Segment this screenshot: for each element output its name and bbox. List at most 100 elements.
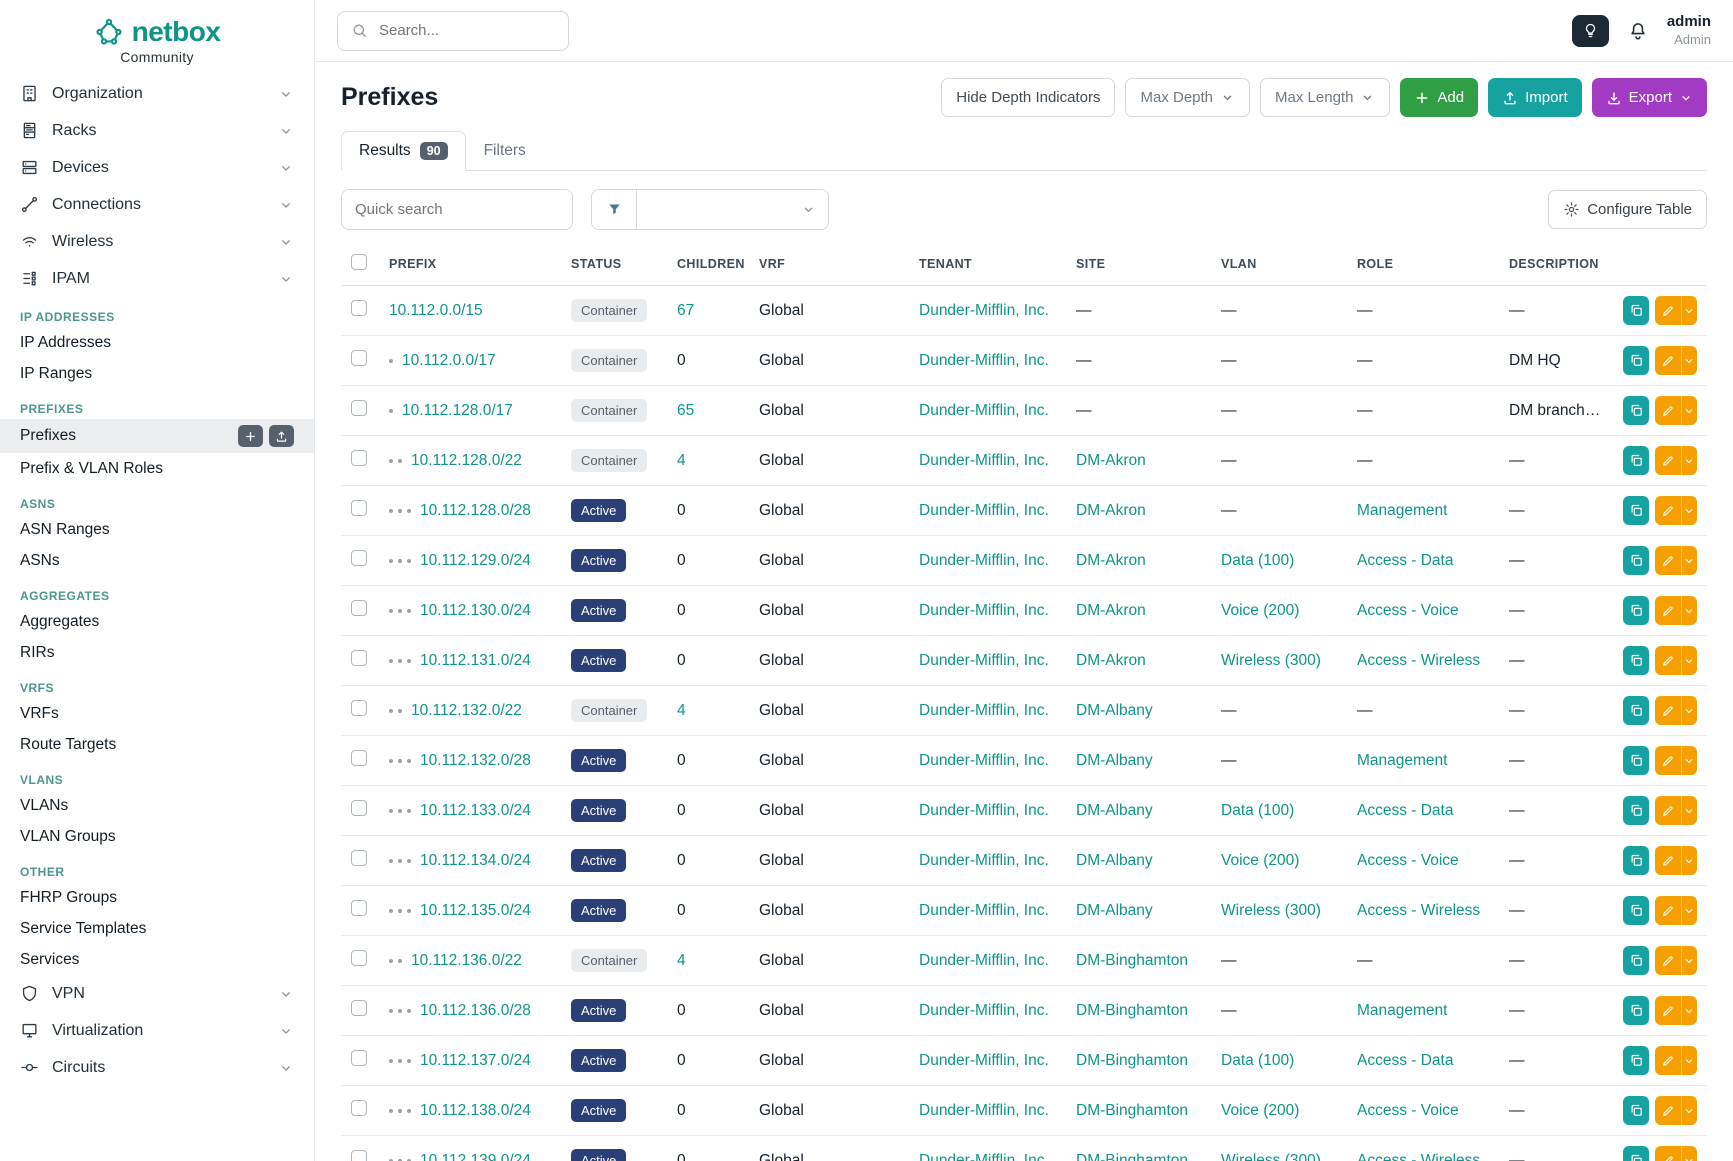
edit-dropdown-button[interactable] [1681,446,1697,475]
vlan-cell[interactable]: Wireless (300) [1211,886,1347,936]
sidebar-item-ip-ranges[interactable]: IP Ranges [0,358,314,389]
tenant-cell[interactable]: Dunder-Mifflin, Inc. [909,886,1066,936]
edit-button[interactable] [1655,646,1680,675]
role-cell[interactable]: Access - Data [1347,1036,1499,1086]
edit-button[interactable] [1655,696,1680,725]
prefix-link[interactable]: 10.112.130.0/24 [420,602,531,620]
children-cell[interactable]: 4 [667,436,749,486]
row-checkbox[interactable] [351,1050,367,1066]
sidebar-item-vlans[interactable]: VLANs [0,790,314,821]
edit-button[interactable] [1655,1096,1680,1125]
site-cell[interactable]: DM-Binghamton [1066,1086,1211,1136]
configure-table-button[interactable]: Configure Table [1548,190,1707,229]
vlan-cell[interactable]: Wireless (300) [1211,1136,1347,1161]
tenant-cell[interactable]: Dunder-Mifflin, Inc. [909,1036,1066,1086]
row-checkbox[interactable] [351,300,367,316]
sidebar-item-prefixes[interactable]: Prefixes [0,419,314,453]
role-cell[interactable]: Access - Voice [1347,1086,1499,1136]
column-header-prefix[interactable]: PREFIX [379,242,561,286]
edit-button[interactable] [1655,496,1680,525]
hide-depth-indicators-button[interactable]: Hide Depth Indicators [941,78,1115,117]
role-cell[interactable]: Access - Wireless [1347,636,1499,686]
site-cell[interactable]: DM-Akron [1066,536,1211,586]
sidebar-item-vpn[interactable]: VPN [0,975,314,1012]
edit-button[interactable] [1655,1146,1680,1161]
children-cell[interactable]: 67 [667,286,749,336]
site-cell[interactable]: DM-Akron [1066,486,1211,536]
copy-button[interactable] [1623,896,1649,925]
copy-button[interactable] [1623,496,1649,525]
edit-dropdown-button[interactable] [1681,646,1697,675]
site-cell[interactable]: DM-Binghamton [1066,1136,1211,1161]
row-checkbox[interactable] [351,600,367,616]
row-checkbox[interactable] [351,500,367,516]
prefix-link[interactable]: 10.112.129.0/24 [420,552,531,570]
tenant-cell[interactable]: Dunder-Mifflin, Inc. [909,486,1066,536]
prefix-link[interactable]: 10.112.132.0/22 [411,702,522,720]
site-cell[interactable]: DM-Binghamton [1066,1036,1211,1086]
role-cell[interactable]: Access - Data [1347,536,1499,586]
sidebar-item-aggregates[interactable]: Aggregates [0,606,314,637]
copy-button[interactable] [1623,946,1649,975]
tab-filters[interactable]: Filters [466,131,544,171]
edit-button[interactable] [1655,896,1680,925]
sidebar-item-virtualization[interactable]: Virtualization [0,1012,314,1049]
add-button[interactable]: Add [1400,78,1478,117]
prefix-link[interactable]: 10.112.139.0/24 [420,1152,531,1161]
edit-button[interactable] [1655,846,1680,875]
copy-button[interactable] [1623,796,1649,825]
site-cell[interactable]: DM-Binghamton [1066,986,1211,1036]
edit-dropdown-button[interactable] [1681,946,1697,975]
vlan-cell[interactable]: Voice (200) [1211,586,1347,636]
role-cell[interactable]: Management [1347,736,1499,786]
sidebar-item-prefix-vlan-roles[interactable]: Prefix & VLAN Roles [0,453,314,484]
vlan-cell[interactable]: Data (100) [1211,786,1347,836]
edit-dropdown-button[interactable] [1681,1046,1697,1075]
tab-results[interactable]: Results 90 [341,131,466,171]
row-checkbox[interactable] [351,1000,367,1016]
sidebar-item-services[interactable]: Services [0,944,314,975]
copy-button[interactable] [1623,846,1649,875]
edit-dropdown-button[interactable] [1681,296,1697,325]
children-cell[interactable]: 4 [667,936,749,986]
prefix-link[interactable]: 10.112.132.0/28 [420,752,531,770]
sidebar-item-ip-addresses[interactable]: IP Addresses [0,327,314,358]
edit-dropdown-button[interactable] [1681,346,1697,375]
sidebar-item-devices[interactable]: Devices [0,149,314,186]
row-checkbox[interactable] [351,450,367,466]
tenant-cell[interactable]: Dunder-Mifflin, Inc. [909,436,1066,486]
tenant-cell[interactable]: Dunder-Mifflin, Inc. [909,686,1066,736]
sidebar-item-fhrp-groups[interactable]: FHRP Groups [0,882,314,913]
row-checkbox[interactable] [351,900,367,916]
edit-dropdown-button[interactable] [1681,1096,1697,1125]
tenant-cell[interactable]: Dunder-Mifflin, Inc. [909,286,1066,336]
row-checkbox[interactable] [351,650,367,666]
sidebar-item-rirs[interactable]: RIRs [0,637,314,668]
sidebar-item-asns[interactable]: ASNs [0,545,314,576]
edit-dropdown-button[interactable] [1681,696,1697,725]
row-checkbox[interactable] [351,750,367,766]
brand[interactable]: netbox Community [0,12,314,75]
prefix-link[interactable]: 10.112.133.0/24 [420,802,531,820]
tenant-cell[interactable]: Dunder-Mifflin, Inc. [909,786,1066,836]
saved-filter-select[interactable] [637,189,829,230]
vlan-cell[interactable]: Data (100) [1211,536,1347,586]
row-checkbox[interactable] [351,800,367,816]
copy-button[interactable] [1623,446,1649,475]
prefix-link[interactable]: 10.112.138.0/24 [420,1102,531,1120]
role-cell[interactable]: Access - Wireless [1347,1136,1499,1161]
row-checkbox[interactable] [351,700,367,716]
quick-search-input[interactable] [341,189,573,230]
tenant-cell[interactable]: Dunder-Mifflin, Inc. [909,836,1066,886]
site-cell[interactable]: DM-Albany [1066,836,1211,886]
edit-button[interactable] [1655,996,1680,1025]
user-menu[interactable]: admin Admin [1667,13,1711,48]
copy-button[interactable] [1623,1096,1649,1125]
prefix-link[interactable]: 10.112.136.0/22 [411,952,522,970]
column-header-vrf[interactable]: VRF [749,242,909,286]
tenant-cell[interactable]: Dunder-Mifflin, Inc. [909,936,1066,986]
tenant-cell[interactable]: Dunder-Mifflin, Inc. [909,1086,1066,1136]
copy-button[interactable] [1623,396,1649,425]
copy-button[interactable] [1623,1146,1649,1161]
prefix-link[interactable]: 10.112.131.0/24 [420,652,531,670]
